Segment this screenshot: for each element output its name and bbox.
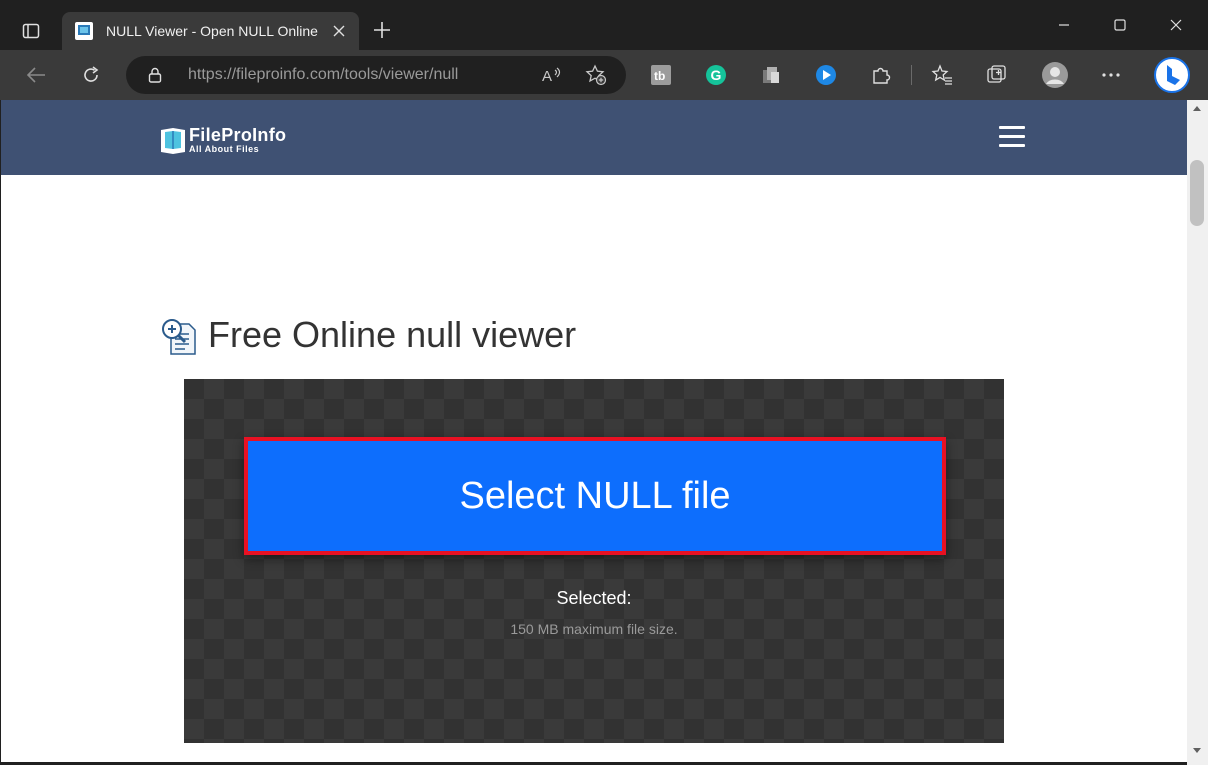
- tb-extension-icon[interactable]: tb: [648, 62, 674, 88]
- fileproinfo-favicon: [74, 21, 94, 41]
- minimize-button[interactable]: [1041, 10, 1087, 40]
- lock-icon[interactable]: [146, 66, 164, 84]
- puzzle-icon[interactable]: [868, 62, 894, 88]
- maximize-button[interactable]: [1097, 10, 1143, 40]
- refresh-icon: [84, 66, 99, 82]
- browser-window: NULL Viewer - Open NULL Online https://f…: [0, 0, 1208, 765]
- close-icon: [1170, 19, 1182, 31]
- tab-strip: NULL Viewer - Open NULL Online: [0, 0, 1208, 50]
- max-file-size-note: 150 MB maximum file size.: [510, 621, 678, 637]
- page-viewport: FileProInfo All About Files Free Online …: [1, 100, 1187, 762]
- svg-text:tb: tb: [654, 69, 665, 83]
- new-tab-button[interactable]: [368, 16, 396, 44]
- refresh-button[interactable]: [75, 60, 107, 90]
- bing-copilot-icon[interactable]: [1153, 56, 1191, 94]
- scrollbar-thumb[interactable]: [1190, 160, 1204, 226]
- svg-text:G: G: [711, 67, 722, 83]
- back-button[interactable]: [20, 60, 52, 90]
- toolbar-separator: [911, 65, 912, 85]
- url-host: https://fileproinfo.com: [188, 66, 341, 83]
- select-file-button[interactable]: Select NULL file: [244, 437, 946, 555]
- maximize-icon: [1114, 19, 1126, 31]
- profile-avatar[interactable]: [1040, 60, 1070, 90]
- logo-brand: FileProInfo: [189, 125, 287, 145]
- address-bar[interactable]: https://fileproinfo.com/tools/viewer/nul…: [126, 56, 626, 94]
- url-text[interactable]: https://fileproinfo.com/tools/viewer/nul…: [188, 66, 458, 84]
- media-extension-icon[interactable]: [813, 62, 839, 88]
- close-window-button[interactable]: [1153, 10, 1199, 40]
- copy-extension-icon[interactable]: [758, 62, 784, 88]
- tab-actions-icon[interactable]: [14, 16, 48, 46]
- minimize-icon: [1059, 24, 1069, 26]
- hamburger-menu-icon[interactable]: [999, 126, 1025, 148]
- scroll-down-icon[interactable]: [1193, 748, 1201, 753]
- favorites-icon[interactable]: [929, 62, 955, 88]
- selected-file-label: Selected:: [556, 588, 632, 608]
- document-search-icon: [159, 316, 199, 356]
- more-icon[interactable]: [1098, 62, 1124, 88]
- collections-icon[interactable]: [984, 62, 1010, 88]
- page-scrollbar[interactable]: [1187, 100, 1208, 765]
- browser-toolbar: https://fileproinfo.com/tools/viewer/nul…: [0, 50, 1208, 100]
- scroll-up-icon[interactable]: [1193, 106, 1201, 111]
- add-favorite-icon[interactable]: [584, 64, 608, 86]
- site-logo[interactable]: FileProInfo All About Files: [159, 124, 329, 158]
- grammarly-icon[interactable]: G: [703, 62, 729, 88]
- svg-text:A: A: [542, 68, 552, 84]
- back-arrow-icon: [26, 67, 45, 83]
- active-tab[interactable]: NULL Viewer - Open NULL Online: [62, 12, 359, 50]
- page-title: Free Online null viewer: [208, 314, 577, 355]
- logo-icon: [161, 128, 185, 154]
- tab-title: NULL Viewer - Open NULL Online: [106, 23, 318, 39]
- logo-tagline: All About Files: [189, 144, 260, 154]
- site-header: FileProInfo All About Files: [1, 100, 1187, 175]
- url-path: /tools/viewer/null: [340, 66, 459, 83]
- close-icon[interactable]: [329, 21, 349, 41]
- file-dropzone[interactable]: Select NULL file Selected: 150 MB maximu…: [184, 379, 1004, 743]
- plus-icon: [374, 22, 390, 38]
- read-aloud-icon[interactable]: A: [540, 64, 564, 86]
